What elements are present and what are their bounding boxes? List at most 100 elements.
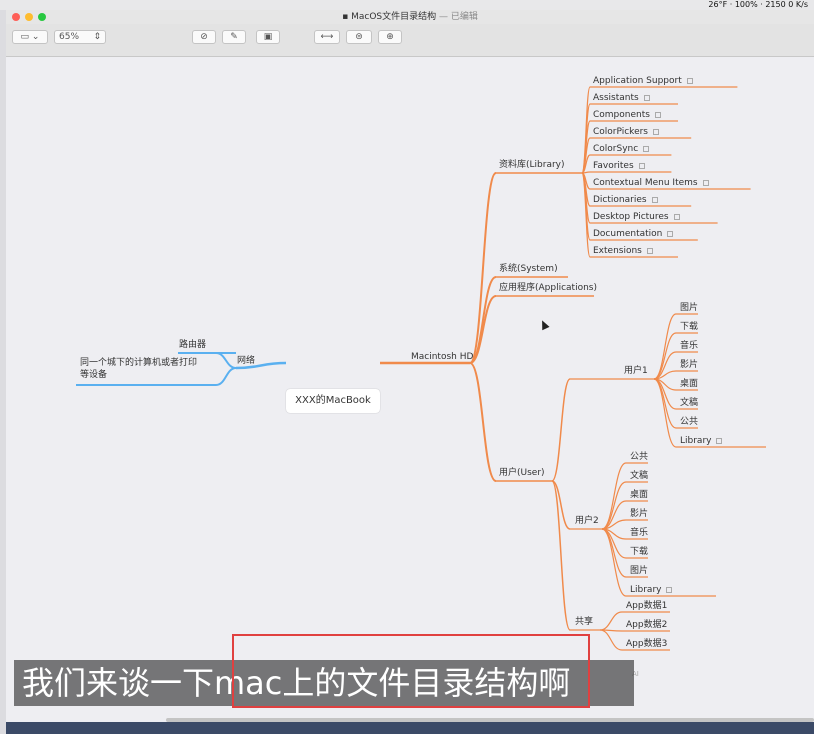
topic-node[interactable]: 图片 [680,303,698,314]
topic-label: 音乐 [630,528,649,538]
topic-node[interactable]: Favorites [593,161,645,172]
note-icon [643,94,650,101]
note-icon [638,162,645,169]
topic-node[interactable]: 用户1 [624,366,648,377]
note-button[interactable]: ✎ [222,30,246,44]
topic-label-wrap: 等设备 [80,370,108,380]
toolbar: ▭ ⌄ 65% ⇕ ⊘ ✎ ▣ ⟷ ⊜ ⊕ [6,24,814,57]
topic-node[interactable]: 网络 [237,356,255,367]
add-topic-button[interactable]: ⊕ [378,30,402,44]
topic-node[interactable]: 桌面 [680,379,698,390]
topic-node[interactable]: Assistants [593,93,650,104]
topic-node[interactable]: 影片 [680,360,698,371]
topic-node[interactable]: Dictionaries [593,195,658,206]
topic-node[interactable]: 用户(User) [499,468,545,479]
topic-label: Library [630,585,662,595]
sidebar-toggle-button[interactable]: ▭ ⌄ [12,30,48,44]
topic-node[interactable]: Library [630,585,673,596]
topic-node[interactable]: Extensions [593,246,653,257]
topic-node[interactable]: 应用程序(Applications) [499,283,597,294]
topic-label: App数据1 [626,601,668,611]
topic-node[interactable]: 系统(System) [499,264,558,275]
topic-node[interactable]: 同一个城下的计算机或者打印 [80,358,220,369]
topic-label: 共享 [575,617,594,627]
topic-node[interactable]: App数据3 [626,639,667,650]
topic-node[interactable]: 桌面 [630,490,648,501]
window-title: ▪ MacOS文件目录结构 — 已编辑 [342,12,478,22]
connector [599,611,623,631]
connector [551,378,571,482]
topic-label: 公共 [680,417,699,427]
topic-node[interactable]: Desktop Pictures [593,212,680,223]
note-icon [646,247,653,254]
boundary-button[interactable]: ⊜ [346,30,372,44]
topic-node[interactable]: App数据1 [626,601,667,612]
central-topic[interactable]: XXX的MacBook [286,389,380,413]
mindmap-canvas[interactable]: Macintosh HD 网络 路由器同一个城下的计算机或者打印 等设备 资料库(Lib… [6,57,814,722]
topic-label: 用户2 [575,516,599,526]
topic-label: Favorites [593,161,634,171]
connector [653,332,677,380]
topic-node[interactable]: 音乐 [680,341,698,352]
topic-node[interactable]: 图片 [630,566,648,577]
highlight-box [232,634,590,708]
topic-node[interactable]: 文稿 [680,398,698,409]
topic-label: Application Support [593,76,682,86]
topic-node[interactable]: 音乐 [630,528,648,539]
topic-node[interactable]: Library [680,436,723,447]
topic-label: 网络 [237,356,256,366]
note-icon [654,111,661,118]
topic-node[interactable]: 公共 [680,417,698,428]
topic-label: 音乐 [680,341,699,351]
note-icon [702,179,709,186]
image-button[interactable]: ▣ [256,30,280,44]
horizontal-scrollbar[interactable] [166,718,814,722]
topic-node[interactable]: 用户2 [575,516,599,527]
connector [653,378,677,429]
topic-label: 系统(System) [499,264,558,274]
topic-node[interactable]: Components [593,110,661,121]
connector [653,313,677,380]
topic-label: 文稿 [680,398,699,408]
topic-label: App数据3 [626,639,668,649]
topic-node[interactable]: Application Support [593,76,693,87]
topic-node[interactable]: 文稿 [630,471,648,482]
topic-label: Components [593,110,650,120]
topic-label: 公共 [630,452,649,462]
topic-node[interactable]: Contextual Menu Items [593,178,709,189]
topic-node[interactable]: 影片 [630,509,648,520]
note-icon [651,196,658,203]
note-icon [643,145,650,152]
topic-label: 用户(User) [499,468,545,478]
task-button[interactable]: ⊘ [192,30,216,44]
note-icon [673,213,680,220]
topic-node[interactable]: ColorSync [593,144,650,155]
document-icon: ▪ [342,12,349,22]
topic-label: 桌面 [630,490,649,500]
connector [215,367,237,386]
relationship-button[interactable]: ⟷ [314,30,340,44]
topic-label: 影片 [680,360,699,370]
connector [601,481,627,530]
topic-node[interactable]: App数据2 [626,620,667,631]
topic-node[interactable]: 公共 [630,452,648,463]
topic-label: 同一个城下的计算机或者打印 [80,358,198,368]
topic-node[interactable]: 下载 [630,547,648,558]
status-stats: 26°F · 100% · 2150 0 K/s [708,0,808,9]
topic-label: 图片 [630,566,649,576]
topic-node[interactable]: 路由器 [179,340,206,351]
topic-node[interactable]: ColorPickers [593,127,659,138]
topic-node[interactable]: 资料库(Library) [499,160,565,171]
topic-node[interactable]: Macintosh HD [411,352,473,363]
topic-label: 桌面 [680,379,699,389]
mindmap-window: ▪ MacOS文件目录结构 — 已编辑 ▭ ⌄ 65% ⇕ ⊘ ✎ ▣ ⟷ ⊜ ⊕… [6,10,814,722]
connector [469,362,497,482]
updown-icon: ⇕ [93,32,101,42]
topic-node[interactable]: 共享 [575,617,593,628]
topic-node[interactable]: Documentation [593,229,674,240]
zoom-select[interactable]: 65% ⇕ [54,30,106,44]
topic-node[interactable]: 下载 [680,322,698,333]
topic-label: Library [680,436,712,446]
connector [601,462,627,530]
topic-label: 文稿 [630,471,649,481]
